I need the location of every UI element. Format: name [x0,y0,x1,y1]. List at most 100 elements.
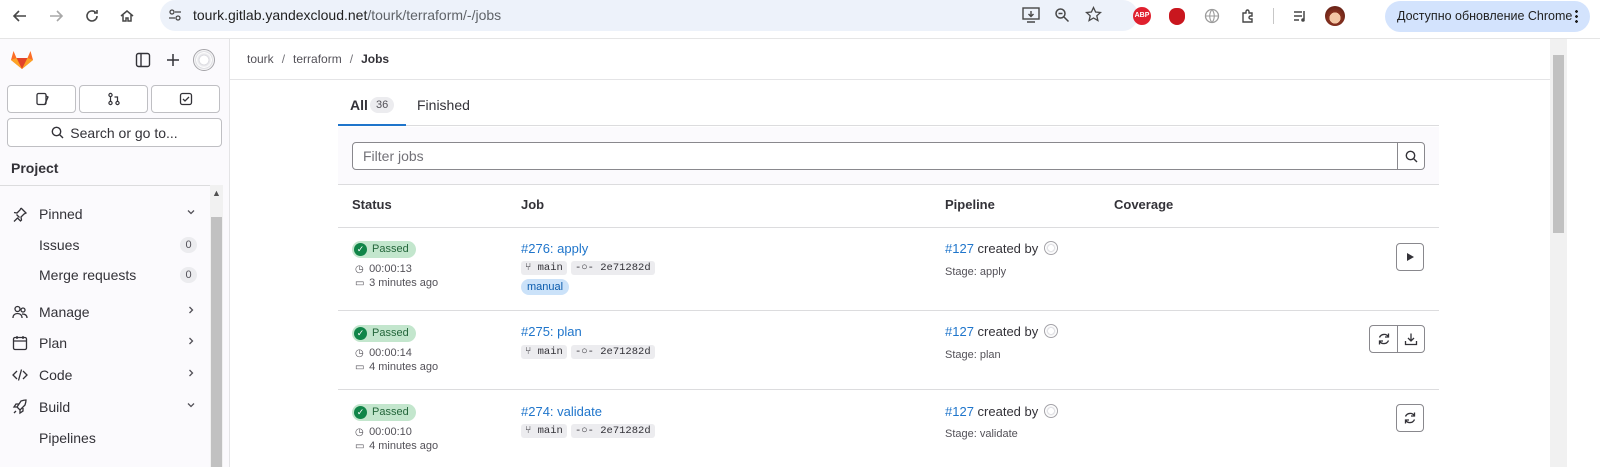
filter-search-button[interactable] [1397,142,1425,170]
job-finished-time: ▭ 4 minutes ago [355,440,438,452]
tab-all-label: All [350,97,368,113]
duration-value: 00:00:14 [369,347,412,359]
breadcrumb-link-terraform[interactable]: terraform [293,52,342,66]
branch-name: main [537,425,563,437]
address-bar[interactable]: tourk.gitlab.yandexcloud.net/tourk/terra… [160,0,1138,31]
sidebar-item-issues[interactable]: Issues 0 [0,230,205,260]
chevron-right-icon [186,368,196,378]
chevron-down-icon [186,400,196,410]
issues-shortcut-button[interactable] [7,85,76,113]
user-avatar[interactable] [1043,404,1058,418]
rocket-icon [12,399,27,415]
gitlab-logo-icon[interactable] [10,48,34,75]
sidebar-item-label: Build [39,399,71,415]
install-app-icon[interactable] [1022,7,1040,28]
commit-icon: -○- [575,346,601,358]
branch-ref[interactable]: ⑂ main [521,345,567,359]
toolbar-divider [1273,8,1274,24]
commit-ref[interactable]: -○- 2e71282d [571,424,655,438]
zoom-icon[interactable] [1054,7,1070,28]
bookmark-star-icon[interactable] [1084,5,1103,28]
breadcrumb-link-tourk[interactable]: tourk [247,52,274,66]
branch-ref[interactable]: ⑂ main [521,261,567,275]
forward-arrow-icon[interactable] [44,4,68,28]
merge-requests-count-badge: 0 [180,267,197,283]
status-badge[interactable]: ✓ Passed [352,241,416,258]
planning-icon [12,336,28,351]
back-arrow-icon[interactable] [8,4,32,28]
ublock-icon[interactable] [1167,6,1187,26]
table-row: ✓ Passed ◷ 00:00:10 ▭ 4 minutes ago #274:… [338,390,1439,467]
breadcrumb-current[interactable]: Jobs [361,52,389,66]
search-button[interactable]: Search or go to... [7,118,222,147]
media-control-icon[interactable] [1290,6,1310,26]
user-avatar[interactable] [193,49,215,71]
retry-button[interactable] [1396,404,1424,432]
status-badge[interactable]: ✓ Passed [352,325,416,342]
todos-shortcut-button[interactable] [151,85,220,113]
pipeline-info: #127 created by [945,404,1058,419]
more-menu-icon[interactable] [1575,9,1578,24]
branch-icon: ⑂ [525,346,538,358]
user-avatar[interactable] [1043,241,1058,255]
adblock-icon[interactable]: ABP [1132,6,1152,26]
calendar-icon: ▭ [355,362,365,373]
branch-icon: ⑂ [525,425,538,437]
sidebar-item-pinned[interactable]: Pinned [0,199,205,229]
pipeline-link[interactable]: #127 [945,241,974,256]
manual-badge: manual [521,279,570,295]
profile-avatar[interactable] [1325,6,1345,26]
todo-check-icon [179,92,192,106]
column-header-job: Job [521,197,545,212]
url-text: tourk.gitlab.yandexcloud.net/tourk/terra… [193,7,501,23]
job-link[interactable]: #274: validate [521,404,602,419]
tab-all-count-badge: 36 [370,97,395,113]
page-scroll-thumb[interactable] [1553,55,1564,233]
job-duration: ◷ 00:00:14 [355,347,412,359]
sidebar-item-merge-requests[interactable]: Merge requests 0 [0,260,205,290]
status-badge[interactable]: ✓ Passed [352,404,416,421]
sidebar-item-build[interactable]: Build [0,392,205,422]
download-artifacts-button[interactable] [1397,326,1424,352]
globe-extension-icon[interactable] [1202,6,1222,26]
filter-jobs-input[interactable] [352,142,1398,170]
job-link[interactable]: #276: apply [521,241,588,256]
site-info-icon[interactable] [168,8,182,27]
extensions-puzzle-icon[interactable] [1238,6,1258,26]
sidebar-scroll-thumb[interactable] [211,217,222,467]
user-avatar[interactable] [1043,324,1058,338]
home-icon[interactable] [115,4,139,28]
sidebar-toggle-icon[interactable] [135,52,151,73]
chevron-right-icon [186,305,196,315]
tab-all[interactable]: All 36 [338,89,406,126]
create-new-icon[interactable] [165,52,181,73]
sidebar-item-code[interactable]: Code [0,360,205,390]
sidebar-item-manage[interactable]: Manage [0,297,205,327]
check-circle-icon: ✓ [354,327,367,340]
column-header-status: Status [352,197,392,212]
tab-finished[interactable]: Finished [417,97,470,113]
branch-ref[interactable]: ⑂ main [521,424,567,438]
sidebar: Search or go to... Project Pinned Issues… [0,39,230,467]
status-label: Passed [372,243,409,255]
sidebar-item-pipelines[interactable]: Pipelines [0,423,205,453]
play-button[interactable] [1396,243,1424,271]
commit-ref[interactable]: -○- 2e71282d [571,345,655,359]
scroll-up-arrow-icon[interactable]: ▲ [212,188,221,198]
issues-icon [35,92,49,106]
chrome-update-button[interactable]: Доступно обновление Chrome [1385,1,1590,32]
reload-icon[interactable] [80,4,104,28]
job-link[interactable]: #275: plan [521,324,582,339]
search-label: Search or go to... [70,124,178,141]
pipeline-link[interactable]: #127 [945,404,974,419]
commit-icon: -○- [575,425,601,437]
clock-icon: ◷ [355,264,364,275]
pipeline-link[interactable]: #127 [945,324,974,339]
merge-requests-shortcut-button[interactable] [79,85,148,113]
retry-button[interactable] [1370,326,1397,352]
branch-name: main [537,262,563,274]
breadcrumb-separator: / [281,52,286,66]
breadcrumb-divider [230,79,1550,80]
commit-ref[interactable]: -○- 2e71282d [571,261,655,275]
sidebar-item-plan[interactable]: Plan [0,328,205,358]
